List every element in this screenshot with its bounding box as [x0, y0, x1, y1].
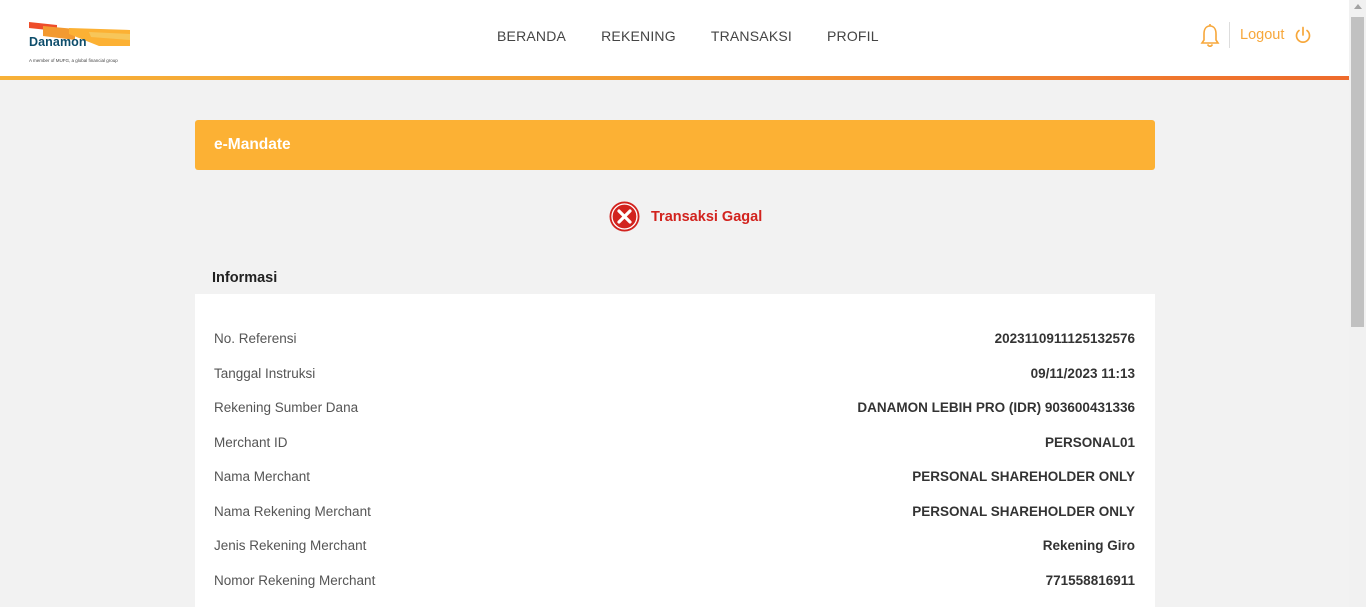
- info-label-jenis-rekening: Jenis Rekening Merchant: [214, 538, 367, 553]
- logo-wordmark: Danamon: [29, 35, 87, 49]
- info-value-nama-rekening-merchant: PERSONAL SHAREHOLDER ONLY: [912, 504, 1135, 519]
- info-value-nama-merchant: PERSONAL SHAREHOLDER ONLY: [912, 469, 1135, 484]
- info-label-nama-merchant: Nama Merchant: [214, 469, 311, 484]
- power-icon: [1296, 26, 1311, 43]
- info-value-sumber-dana: DANAMON LEBIH PRO (IDR) 903600431336: [857, 400, 1135, 415]
- info-value-referensi: 2023110911125132576: [994, 331, 1135, 346]
- nav-item-beranda[interactable]: BERANDA: [497, 28, 566, 44]
- info-value-jenis-rekening: Rekening Giro: [1042, 538, 1135, 553]
- info-row: Nama Rekening Merchant PERSONAL SHAREHOL…: [214, 504, 1135, 519]
- info-row: Merchant ID PERSONAL01: [214, 435, 1135, 450]
- error-x-icon: [609, 201, 640, 232]
- logout-button[interactable]: Logout: [1240, 26, 1312, 44]
- header-accent-bar: [0, 76, 1349, 80]
- info-row: Jenis Rekening Merchant Rekening Giro: [214, 538, 1135, 553]
- info-label-merchant-id: Merchant ID: [214, 435, 288, 450]
- info-label-tanggal: Tanggal Instruksi: [214, 366, 316, 381]
- section-title: Informasi: [212, 270, 278, 286]
- danamon-logo[interactable]: Danamon A member of MUFG, a global finan…: [29, 20, 133, 66]
- info-value-tanggal: 09/11/2023 11:13: [1030, 366, 1135, 381]
- page-scrollbar[interactable]: [1349, 0, 1366, 607]
- header-divider: [1229, 22, 1230, 48]
- page-title: e-Mandate: [214, 136, 291, 153]
- main-nav: BERANDA REKENING TRANSAKSI PROFIL: [497, 28, 914, 44]
- info-row: Tanggal Instruksi 09/11/2023 11:13: [214, 366, 1135, 381]
- info-value-nomor-rekening: 771558816911: [1045, 573, 1135, 588]
- transaction-status: Transaksi Gagal: [609, 201, 762, 232]
- scrollbar-thumb[interactable]: [1351, 17, 1364, 327]
- nav-item-profil[interactable]: PROFIL: [827, 28, 879, 44]
- info-label-sumber-dana: Rekening Sumber Dana: [214, 400, 359, 415]
- info-label-nomor-rekening: Nomor Rekening Merchant: [214, 573, 376, 588]
- nav-item-transaksi[interactable]: TRANSAKSI: [711, 28, 792, 44]
- status-text: Transaksi Gagal: [651, 208, 763, 225]
- scroll-up-arrow-icon[interactable]: [1354, 4, 1362, 9]
- page-title-banner: e-Mandate: [195, 120, 1155, 170]
- info-card: No. Referensi 2023110911125132576 Tangga…: [195, 294, 1155, 607]
- info-label-referensi: No. Referensi: [214, 331, 297, 346]
- logo-tagline: A member of MUFG, a global financial gro…: [29, 58, 118, 63]
- info-value-merchant-id: PERSONAL01: [1044, 435, 1135, 450]
- top-header: Danamon A member of MUFG, a global finan…: [0, 0, 1349, 80]
- info-row: Nomor Rekening Merchant 771558816911: [214, 573, 1135, 588]
- info-label-nama-rekening-merchant: Nama Rekening Merchant: [214, 504, 371, 519]
- info-row: Rekening Sumber Dana DANAMON LEBIH PRO (…: [214, 400, 1135, 415]
- info-row: Nama Merchant PERSONAL SHAREHOLDER ONLY: [214, 469, 1135, 484]
- nav-item-rekening[interactable]: REKENING: [601, 28, 676, 44]
- bell-icon[interactable]: [1200, 24, 1220, 48]
- info-row: No. Referensi 2023110911125132576: [214, 331, 1135, 346]
- logout-label: Logout: [1240, 27, 1285, 43]
